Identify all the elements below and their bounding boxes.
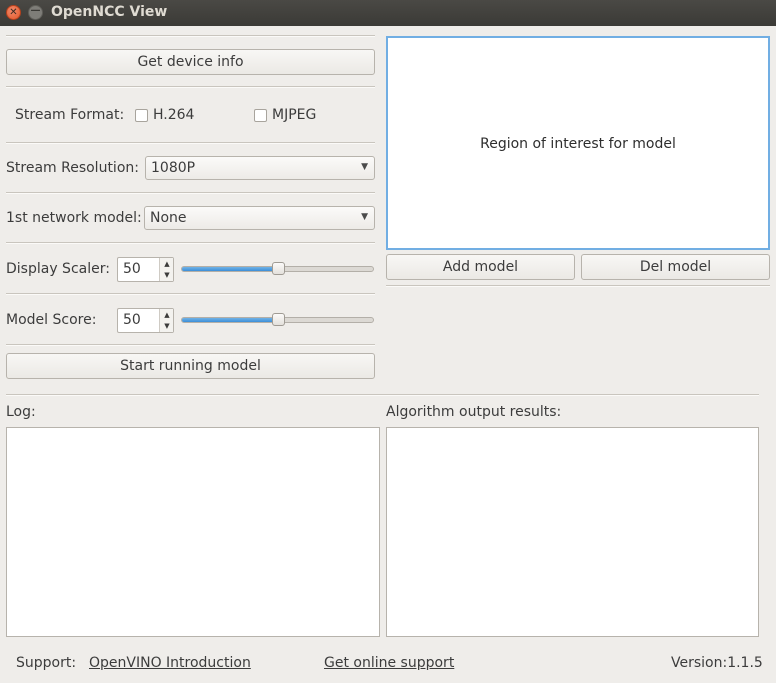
spin-down-icon[interactable]: ▼ bbox=[161, 271, 173, 279]
model-score-value: 50 bbox=[123, 312, 141, 328]
separator bbox=[6, 344, 375, 346]
window-title: OpenNCC View bbox=[51, 4, 168, 20]
stream-resolution-label: Stream Resolution: bbox=[6, 160, 139, 176]
separator bbox=[6, 394, 759, 396]
display-scaler-spinbox[interactable]: 50 ▲ ▼ bbox=[117, 257, 174, 282]
display-scaler-value: 50 bbox=[123, 261, 141, 277]
h264-checkbox-label[interactable]: H.264 bbox=[153, 107, 194, 123]
separator bbox=[6, 192, 375, 194]
stream-resolution-value: 1080P bbox=[151, 160, 196, 176]
openvino-introduction-link[interactable]: OpenVINO Introduction bbox=[89, 655, 251, 671]
network-model-select[interactable]: None ▼ bbox=[144, 206, 375, 230]
window-minimize-button[interactable]: — bbox=[28, 5, 43, 20]
minimize-icon: — bbox=[30, 5, 41, 16]
algorithm-output-textarea[interactable] bbox=[386, 427, 759, 637]
network-model-value: None bbox=[150, 210, 187, 226]
del-model-button[interactable]: Del model bbox=[581, 254, 770, 280]
spin-up-icon[interactable]: ▲ bbox=[161, 260, 173, 268]
get-device-info-button[interactable]: Get device info bbox=[6, 49, 375, 75]
separator bbox=[6, 293, 375, 295]
window-close-button[interactable]: ✕ bbox=[6, 5, 21, 20]
separator bbox=[386, 285, 770, 287]
roi-area[interactable]: Region of interest for model bbox=[386, 36, 770, 250]
log-label: Log: bbox=[6, 404, 36, 420]
chevron-down-icon: ▼ bbox=[361, 162, 368, 172]
model-score-slider-handle[interactable] bbox=[271, 313, 285, 326]
spin-buttons: ▲ ▼ bbox=[159, 258, 173, 281]
display-scaler-label: Display Scaler: bbox=[6, 261, 110, 277]
stream-format-label: Stream Format: bbox=[15, 107, 125, 123]
separator bbox=[6, 142, 375, 144]
separator bbox=[6, 242, 375, 244]
stream-resolution-select[interactable]: 1080P ▼ bbox=[145, 156, 375, 180]
mjpeg-checkbox-label[interactable]: MJPEG bbox=[272, 107, 316, 123]
version-label: Version:1.1.5 bbox=[671, 655, 763, 671]
title-bar: ✕ — OpenNCC View bbox=[0, 0, 776, 26]
mjpeg-checkbox[interactable] bbox=[254, 109, 267, 122]
get-online-support-link[interactable]: Get online support bbox=[324, 655, 454, 671]
start-running-model-button[interactable]: Start running model bbox=[6, 353, 375, 379]
support-label: Support: bbox=[16, 655, 77, 671]
model-score-label: Model Score: bbox=[6, 312, 97, 328]
model-score-slider-fill bbox=[182, 318, 279, 322]
add-model-button[interactable]: Add model bbox=[386, 254, 575, 280]
separator bbox=[6, 35, 375, 37]
algorithm-output-label: Algorithm output results: bbox=[386, 404, 562, 420]
h264-checkbox[interactable] bbox=[135, 109, 148, 122]
roi-text: Region of interest for model bbox=[480, 136, 676, 152]
display-scaler-slider-handle[interactable] bbox=[271, 262, 285, 275]
network-model-label: 1st network model: bbox=[6, 210, 142, 226]
chevron-down-icon: ▼ bbox=[361, 212, 368, 222]
log-textarea[interactable] bbox=[6, 427, 380, 637]
spin-up-icon[interactable]: ▲ bbox=[161, 311, 173, 319]
spin-buttons: ▲ ▼ bbox=[159, 309, 173, 332]
display-scaler-slider-fill bbox=[182, 267, 279, 271]
close-icon: ✕ bbox=[9, 7, 18, 18]
model-score-spinbox[interactable]: 50 ▲ ▼ bbox=[117, 308, 174, 333]
separator bbox=[6, 86, 375, 88]
spin-down-icon[interactable]: ▼ bbox=[161, 322, 173, 330]
